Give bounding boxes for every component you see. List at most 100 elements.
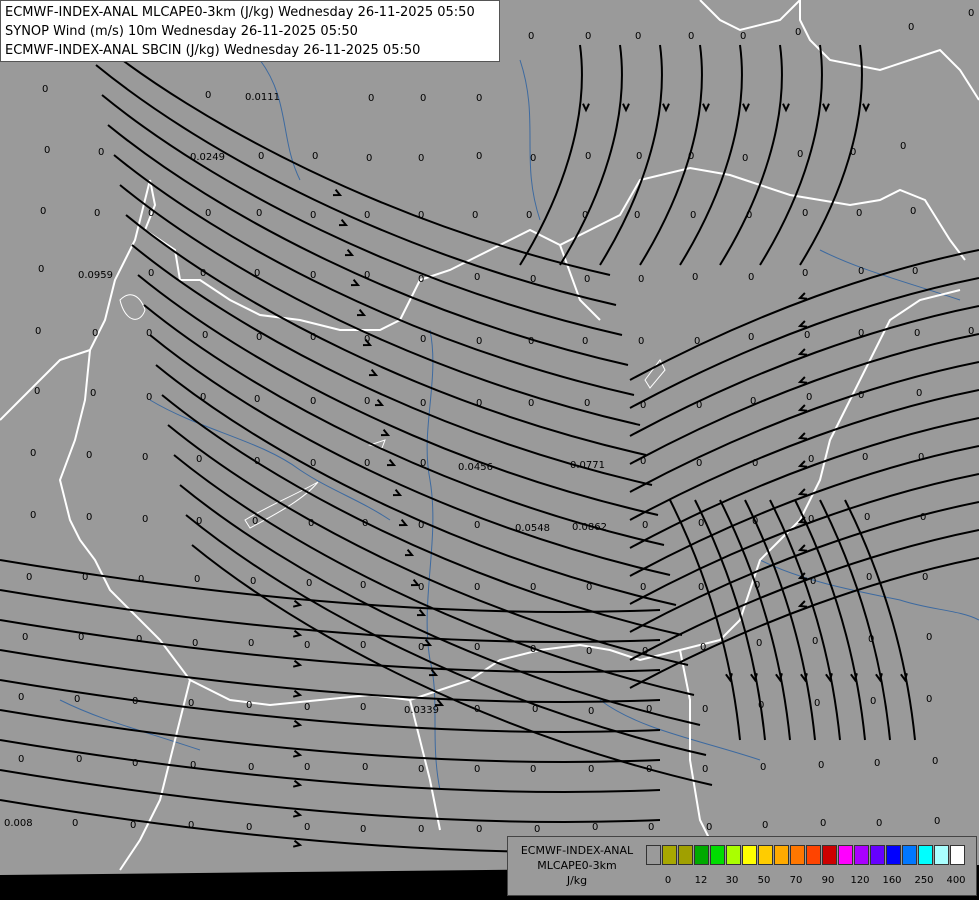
map-value-label: 0.0959 [78,270,113,281]
map-value-label: 0 [696,458,702,469]
legend-unit: J/kg [566,874,588,887]
map-value-label: 0 [246,822,252,833]
map-value-label: 0 [584,398,590,409]
map-value-label: 0 [202,330,208,341]
map-value-label: 0 [310,210,316,221]
map-value-label: 0 [364,458,370,469]
map-value-label: 0 [526,210,532,221]
legend-swatch [854,845,869,865]
map-value-label: 0 [808,454,814,465]
map-value-label: 0 [148,268,154,279]
map-value-label: 0 [900,141,906,152]
legend-title-source: ECMWF-INDEX-ANAL [520,844,634,857]
map-value-label: 0 [706,822,712,833]
map-value-label: 0 [306,578,312,589]
legend-swatch [710,845,725,865]
map-value-label: 0 [694,336,700,347]
map-value-label: 0 [418,642,424,653]
legend-title-parameter: MLCAPE0-3km [537,859,617,872]
legend-swatch [646,845,661,865]
map-value-label: 0 [866,572,872,583]
map-value-label: 0 [530,274,536,285]
map-value-label: 0 [18,692,24,703]
header-line-synop: SYNOP Wind (m/s) 10m Wednesday 26-11-202… [5,24,358,39]
map-value-label: 0 [254,456,260,467]
map-value-label: 0 [148,208,154,219]
map-value-label: 0 [874,758,880,769]
map-value-label: 0 [586,646,592,657]
map-value-label: 0 [188,698,194,709]
map-value-label: 0 [364,270,370,281]
map-value-label: 0 [76,754,82,765]
map-value-label: 0 [864,512,870,523]
map-value-label: 0 [582,210,588,221]
map-value-label: 0 [194,574,200,585]
map-value-label: 0.0249 [190,152,225,163]
map-value-label: 0 [797,149,803,160]
map-value-label: 0 [192,638,198,649]
map-value-label: 0 [98,147,104,158]
legend-swatch [758,845,773,865]
map-value-label: 0 [932,756,938,767]
legend-swatch [726,845,741,865]
map-value-label: 0 [304,640,310,651]
map-value-label: 0 [418,824,424,835]
map-value-label: 0 [688,151,694,162]
map-value-label: 0 [205,208,211,219]
map-value-label: 0 [476,336,482,347]
map-value-label: 0 [42,84,48,95]
map-value-label: 0 [94,208,100,219]
map-value-label: 0 [876,818,882,829]
map-value-label: 0 [748,272,754,283]
map-background [0,0,979,900]
map-value-label: 0 [582,336,588,347]
map-value-label: 0 [86,512,92,523]
map-value-label: 0 [634,210,640,221]
map-value-label: 0 [92,328,98,339]
map-value-label: 0 [642,646,648,657]
map-value-label: 0 [368,93,374,104]
map-value-label: 0 [856,208,862,219]
color-legend: ECMWF-INDEX-ANAL MLCAPE0-3km J/kg 0 12 30 5… [507,836,977,896]
map-value-label: 0 [132,758,138,769]
map-value-label: 0 [74,694,80,705]
map-value-label: 0 [918,452,924,463]
map-value-label: 0 [304,702,310,713]
map-value-label: 0 [646,704,652,715]
map-value-label: 0 [35,326,41,337]
map-value-label: 0 [196,516,202,527]
map-value-label: 0 [870,696,876,707]
legend-swatch [886,845,901,865]
map-value-label: 0 [26,572,32,583]
map-value-label: 0 [364,396,370,407]
legend-tick-label: 250 [914,875,934,886]
map-value-label: 0.0111 [245,92,280,103]
map-value-label: 0 [252,516,258,527]
map-value-label: 0 [418,764,424,775]
map-value-label: 0 [698,582,704,593]
map-value-label: 0 [310,332,316,343]
map-value-label: 0 [752,458,758,469]
map-value-label: 0 [72,818,78,829]
map-value-label: 0 [806,392,812,403]
map-value-label: 0 [530,644,536,655]
map-value-label: 0 [858,266,864,277]
legend-swatch [934,845,949,865]
map-value-label: 0 [474,272,480,283]
map-value-label: 0 [920,512,926,523]
map-value-label: 0 [304,762,310,773]
map-value-label: 0 [698,518,704,529]
map-value-label: 0.0862 [572,522,607,533]
map-value-label: 0 [804,330,810,341]
header-line-sbcin: ECMWF-INDEX-ANAL SBCIN (J/kg) Wednesday … [5,43,421,58]
map-value-label: 0 [200,392,206,403]
map-value-label: 0 [82,572,88,583]
map-value-label: 0 [418,582,424,593]
map-value-label: 0 [585,31,591,42]
legend-swatch [694,845,709,865]
legend-swatch [806,845,821,865]
map-value-label: 0 [310,396,316,407]
map-value-label: 0 [312,151,318,162]
map-value-label: 0 [640,582,646,593]
map-value-label: 0 [256,332,262,343]
